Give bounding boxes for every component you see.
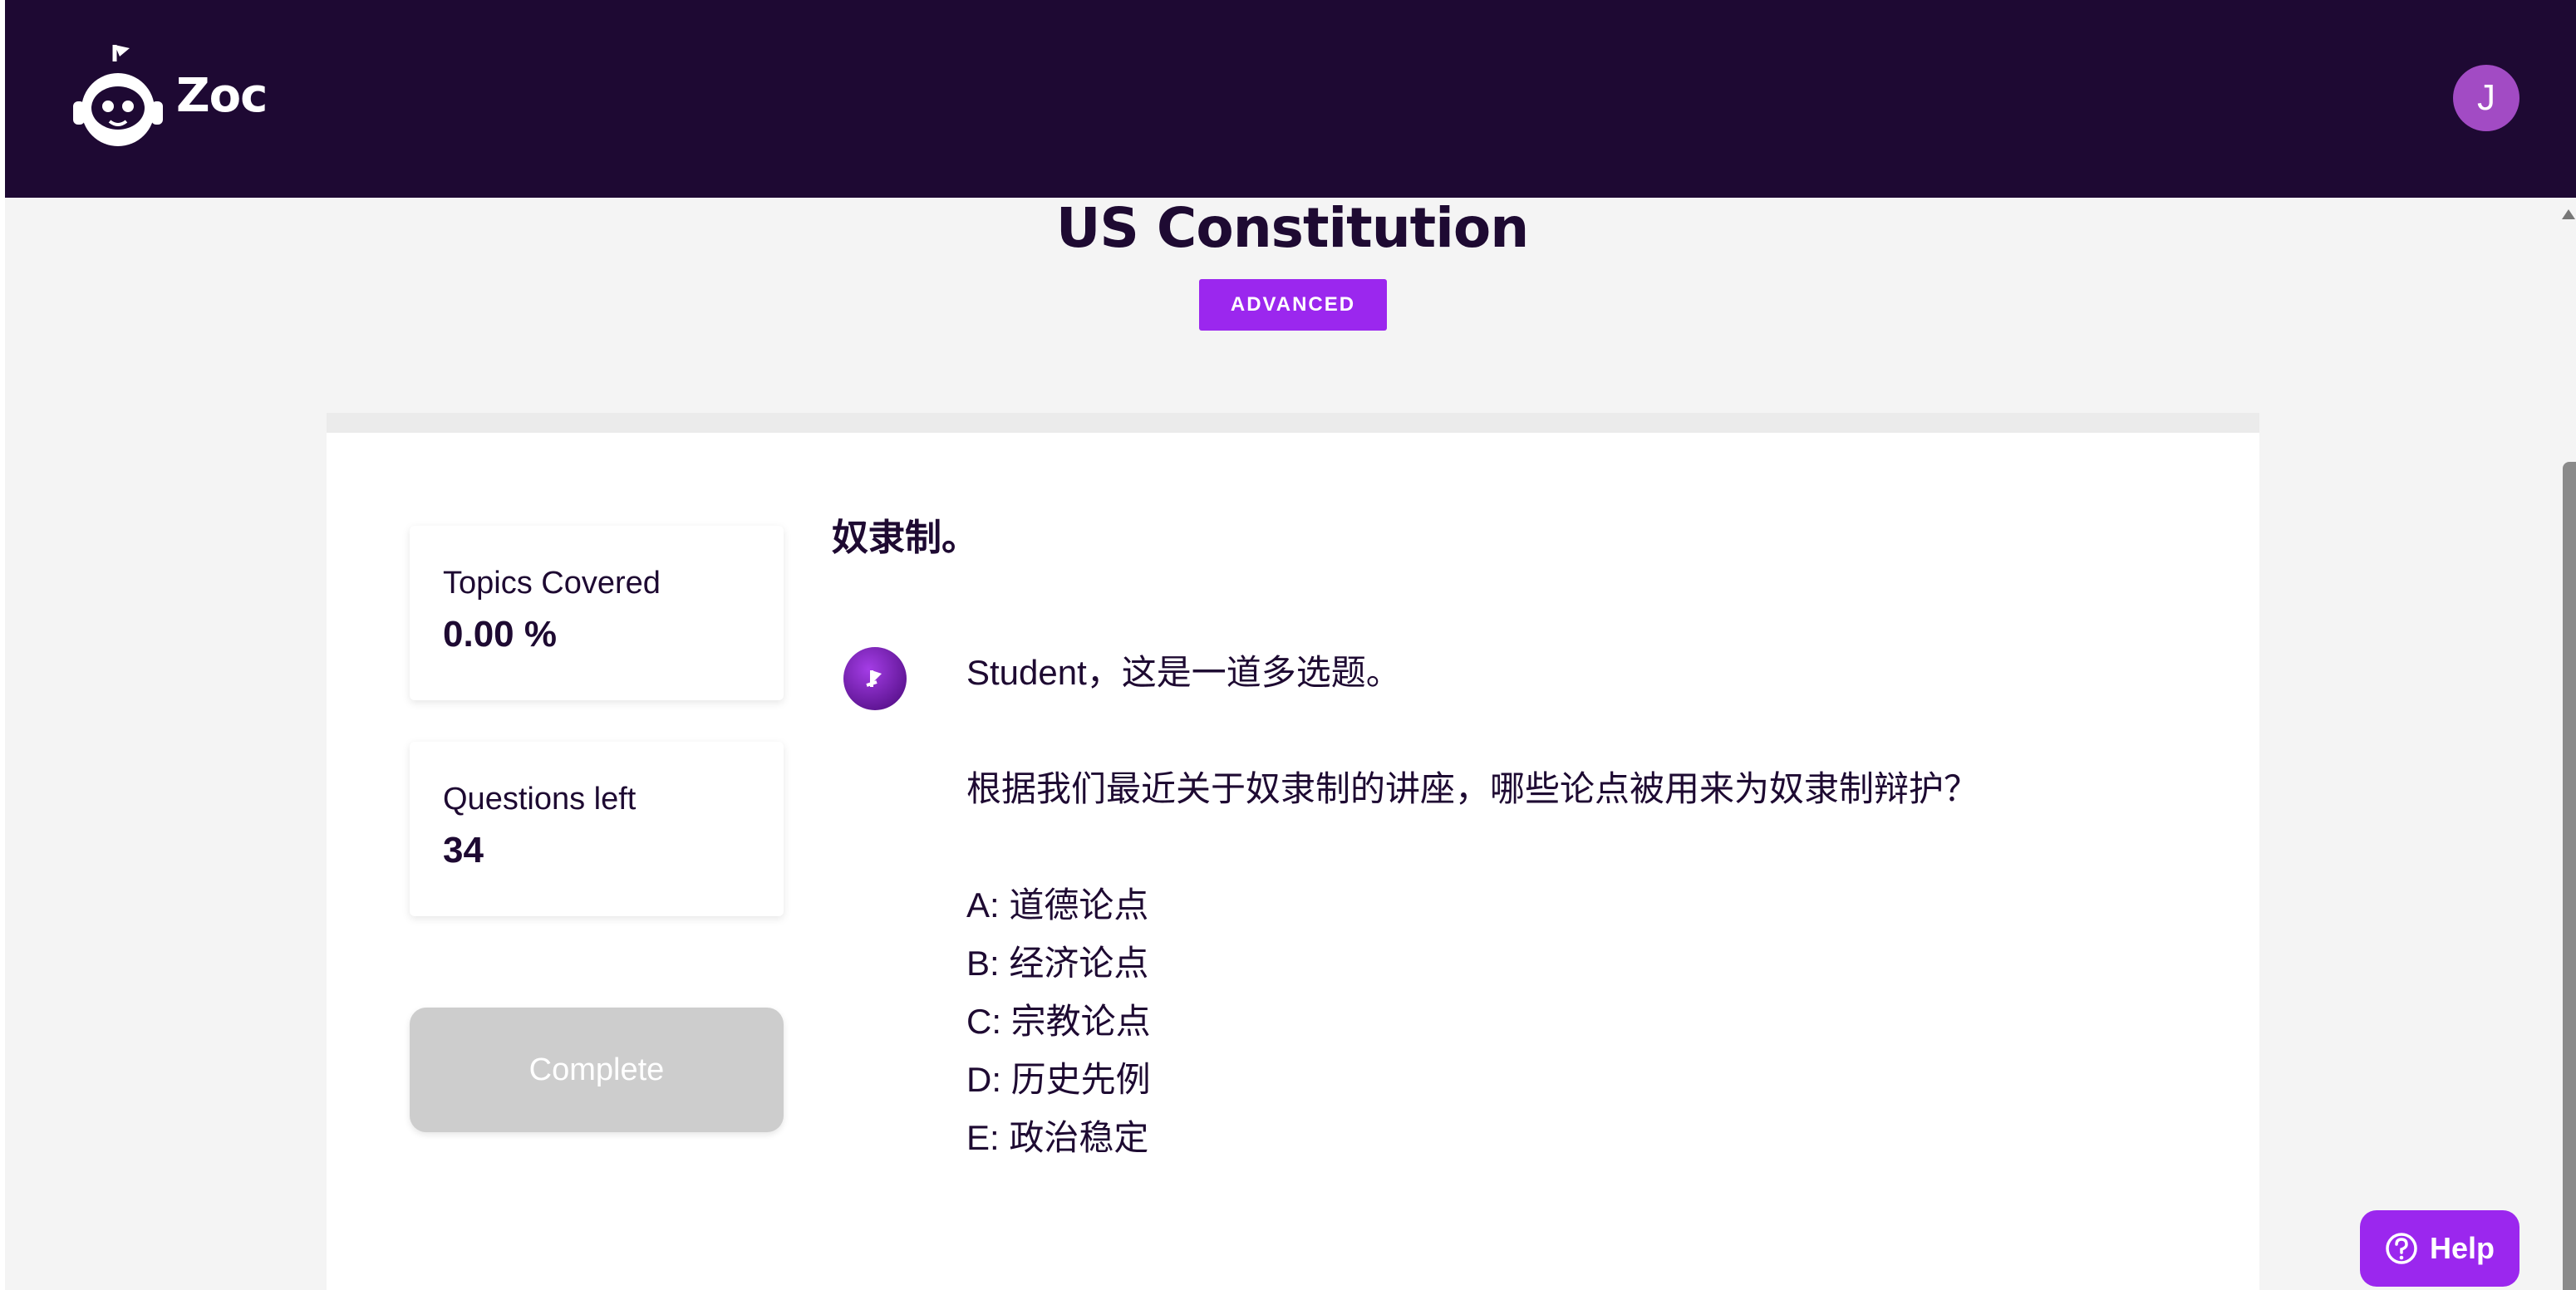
brand-name: Zoc (176, 68, 268, 123)
question-circle-icon (2386, 1233, 2417, 1264)
topics-covered-card: Topics Covered 0.00 % (410, 526, 784, 700)
complete-button[interactable]: Complete (410, 1008, 784, 1132)
question-prompt: 根据我们最近关于奴隶制的讲座，哪些论点被用来为奴隶制辩护？ (966, 769, 1979, 808)
topics-covered-label: Topics Covered (443, 566, 661, 601)
bot-message: Student，这是一道多选题。 根据我们最近关于奴隶制的讲座，哪些论点被用来为… (966, 644, 1979, 1167)
topics-covered-value: 0.00 % (443, 614, 557, 655)
option-c: C: 宗教论点 (966, 1002, 1151, 1041)
question-title: 奴隶制。 (832, 517, 978, 558)
option-e: E: 政治稳定 (966, 1118, 1149, 1157)
help-button[interactable]: Help (2360, 1210, 2519, 1287)
option-d: D: 历史先例 (966, 1060, 1151, 1099)
progress-strip (327, 413, 2259, 433)
user-avatar[interactable]: J (2453, 65, 2519, 131)
message-intro: Student，这是一道多选题。 (966, 653, 1401, 692)
scrollbar-thumb[interactable] (2563, 462, 2576, 1290)
course-title: US Constitution (1055, 196, 1529, 260)
bot-avatar-icon (843, 647, 907, 710)
help-label: Help (2429, 1231, 2495, 1265)
brand-logo[interactable]: Zoc (68, 42, 268, 150)
option-b: B: 经济论点 (966, 944, 1149, 983)
robot-logo-icon (73, 45, 163, 146)
top-nav-bar: Zoc J (5, 0, 2576, 198)
questions-left-card: Questions left 34 (410, 742, 784, 916)
quiz-card: Topics Covered 0.00 % Questions left 34 … (327, 433, 2259, 1290)
questions-left-value: 34 (443, 830, 484, 871)
option-a: A: 道德论点 (966, 885, 1149, 925)
questions-left-label: Questions left (443, 782, 637, 817)
level-badge: ADVANCED (1199, 279, 1387, 331)
